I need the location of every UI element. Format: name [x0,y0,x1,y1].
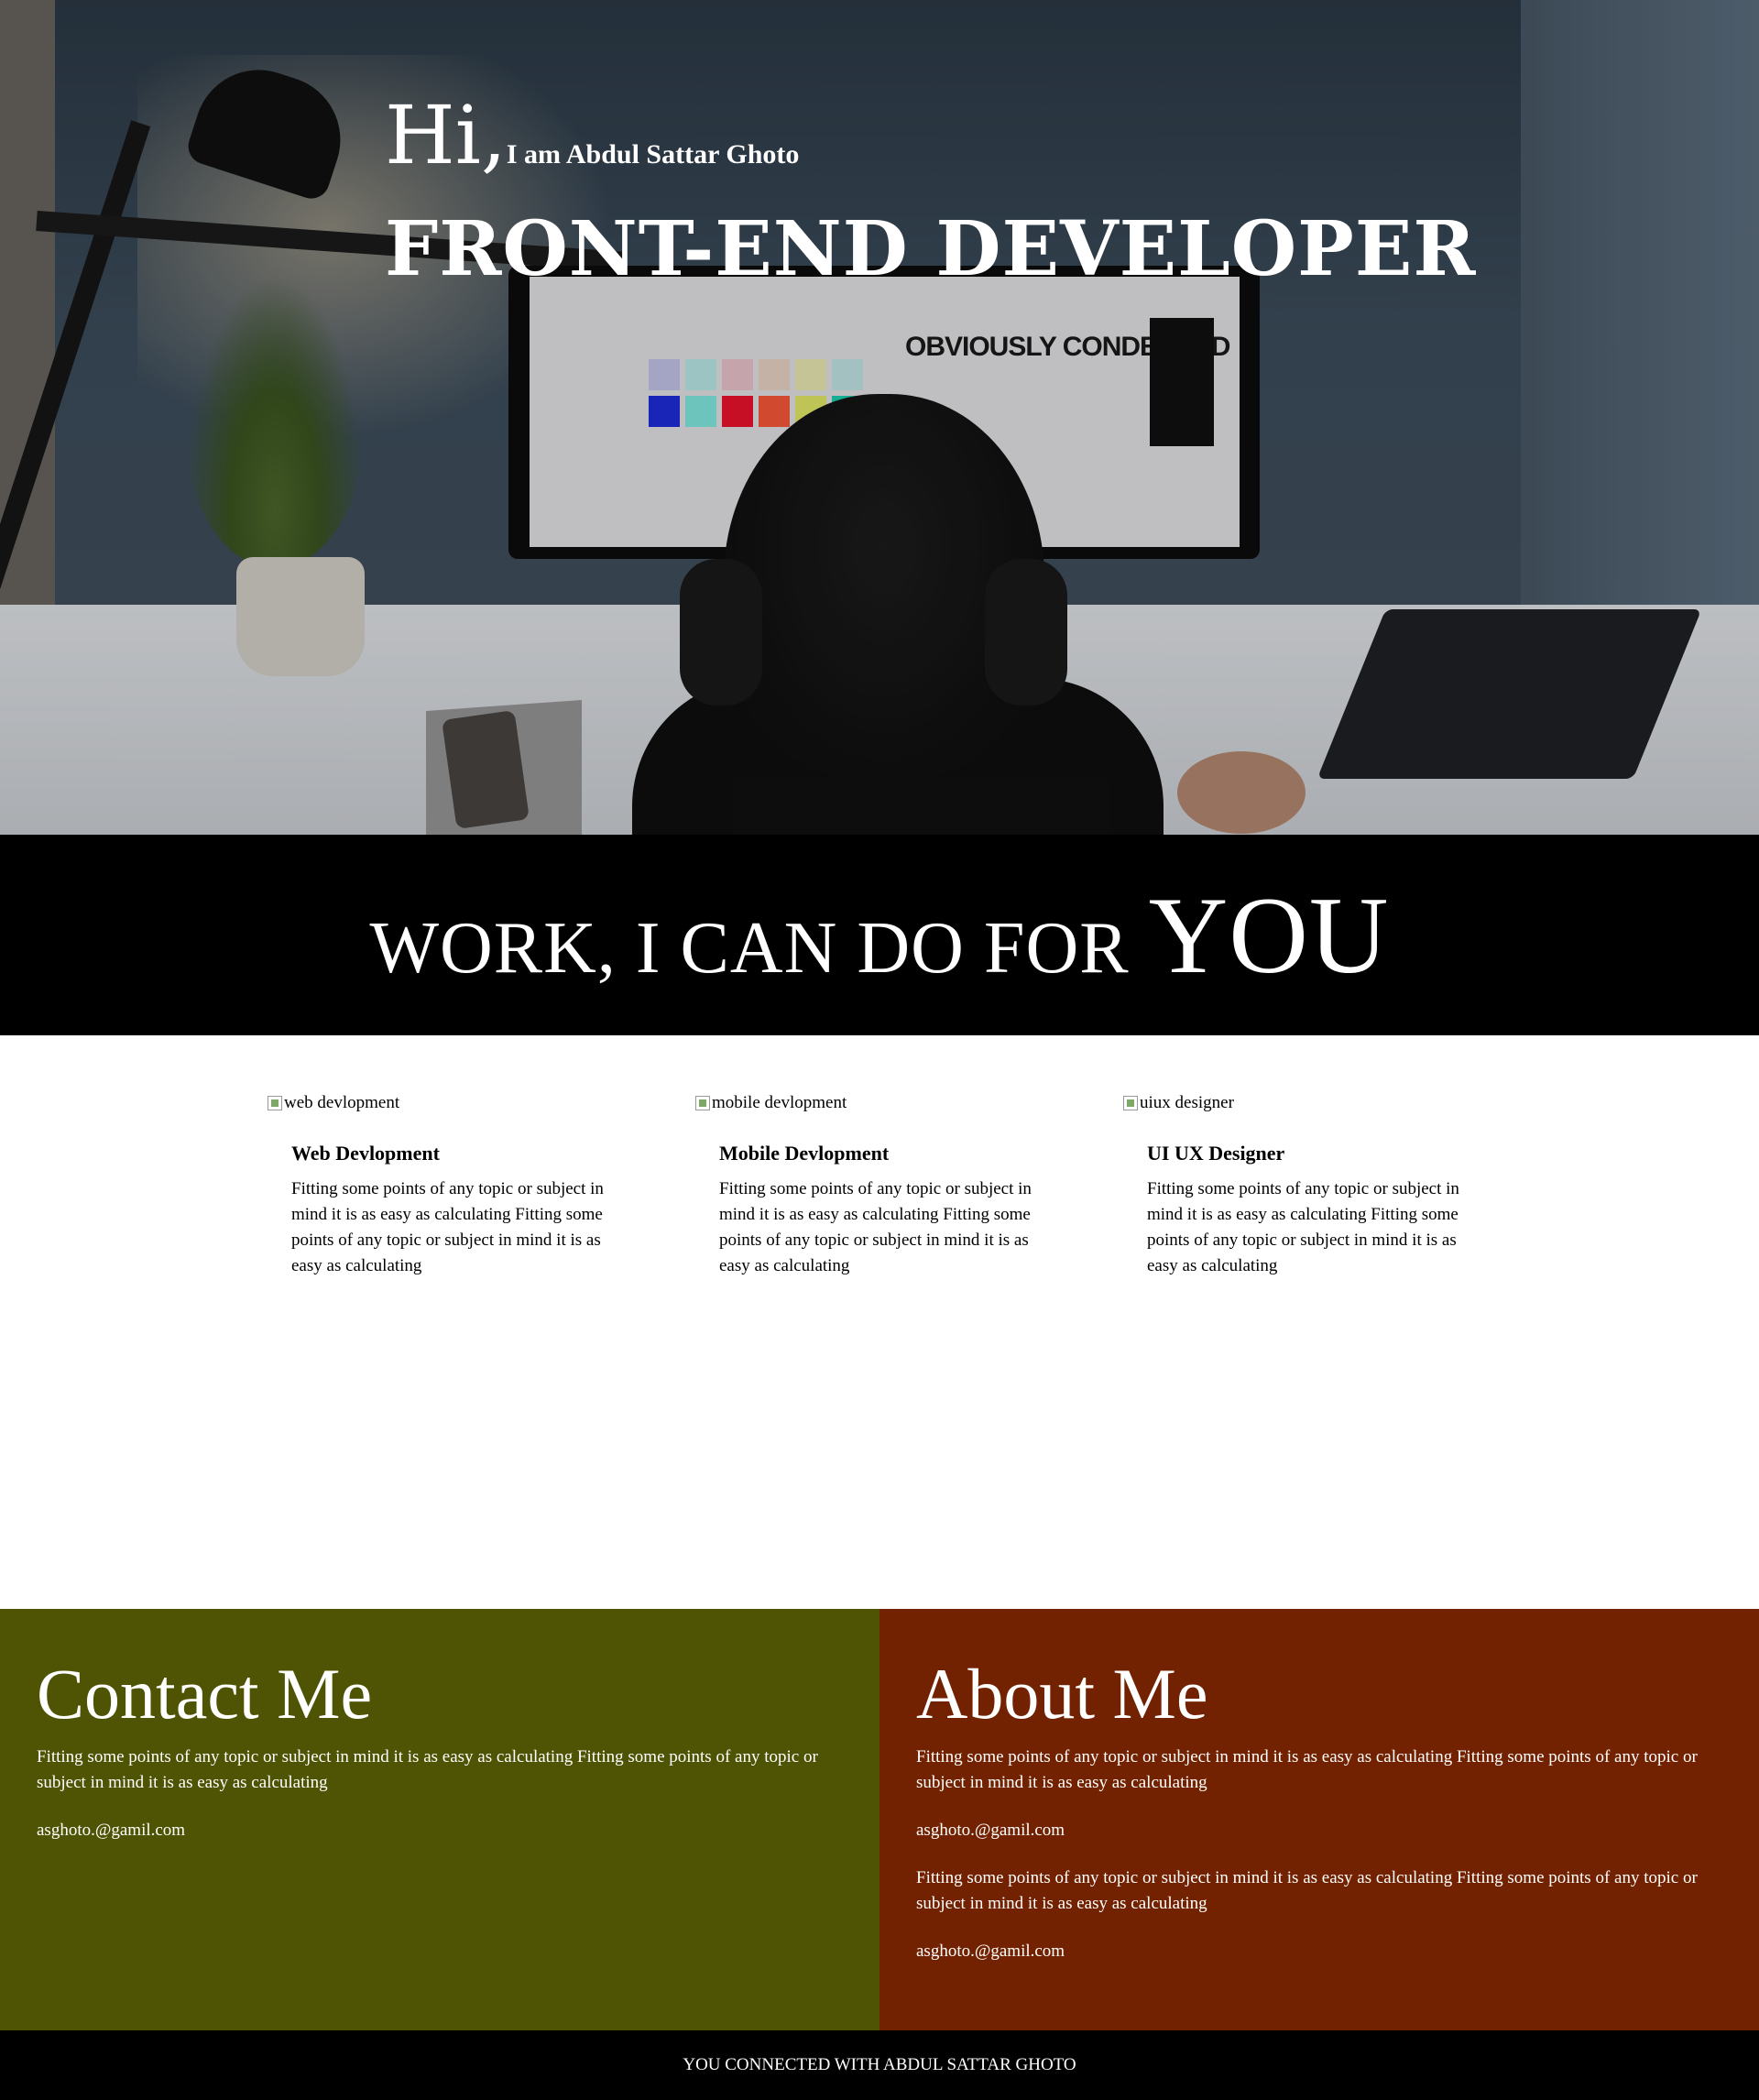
about-email-2: asghoto.@gamil.com [916,1941,1065,1961]
greeting-text: Hi, [385,88,507,182]
work-banner: WORK, I CAN DO FOR YOU [0,835,1759,1035]
contact-heading: Contact Me [37,1654,373,1734]
service-title: Mobile Devlopment [719,1142,890,1165]
about-heading: About Me [916,1654,1208,1734]
image-alt-text: mobile devlopment [712,1093,847,1112]
info-section: Contact Me Fitting some points of any to… [0,1609,1759,2030]
uiux-designer-image: uiux designer [1123,1092,1490,1114]
mobile-development-image: mobile devlopment [695,1092,1062,1114]
footer-text: YOU CONNECTED WITH ABDUL SATTAR GHOTO [683,2055,1076,2074]
services-section: web devlopment Web Devlopment Fitting so… [0,1035,1759,1609]
about-email-1: asghoto.@gamil.com [916,1821,1065,1840]
broken-image-icon [268,1096,282,1110]
image-alt-text: uiux designer [1140,1093,1234,1112]
service-title: UI UX Designer [1147,1142,1285,1165]
work-heading: WORK, I CAN DO FOR YOU [369,872,1389,999]
hero-section: OBVIOUSLY CONDENSED Hi,I am Abdul Sattar… [0,0,1759,835]
about-text-2: Fitting some points of any topic or subj… [916,1868,1698,1913]
hero-title: FRONT-END DEVELOPER [385,205,1477,293]
broken-image-icon [695,1096,710,1110]
about-panel: About Me Fitting some points of any topi… [880,1609,1759,2030]
image-alt-text: web devlopment [284,1093,400,1112]
web-development-image: web devlopment [268,1092,634,1114]
contact-text: Fitting some points of any topic or subj… [37,1747,818,1792]
service-description: Fitting some points of any topic or subj… [719,1179,1032,1275]
service-card-mobile: mobile devlopment Mobile Devlopment Fitt… [695,1092,1062,1279]
hero-greeting: Hi,I am Abdul Sattar Ghoto [385,92,799,180]
work-heading-text: WORK, I CAN DO FOR [369,907,1130,989]
about-text-1: Fitting some points of any topic or subj… [916,1747,1698,1792]
work-heading-emphasis: YOU [1148,873,1390,996]
service-card-uiux: uiux designer UI UX Designer Fitting som… [1123,1092,1490,1279]
service-description: Fitting some points of any topic or subj… [1147,1179,1459,1275]
service-card-web: web devlopment Web Devlopment Fitting so… [268,1092,634,1279]
contact-panel: Contact Me Fitting some points of any to… [0,1609,880,2030]
contact-email: asghoto.@gamil.com [37,1821,186,1840]
footer: YOU CONNECTED WITH ABDUL SATTAR GHOTO [0,2030,1759,2100]
service-description: Fitting some points of any topic or subj… [291,1179,604,1275]
broken-image-icon [1123,1096,1138,1110]
name-text: I am Abdul Sattar Ghoto [506,139,800,170]
service-title: Web Devlopment [291,1142,440,1165]
